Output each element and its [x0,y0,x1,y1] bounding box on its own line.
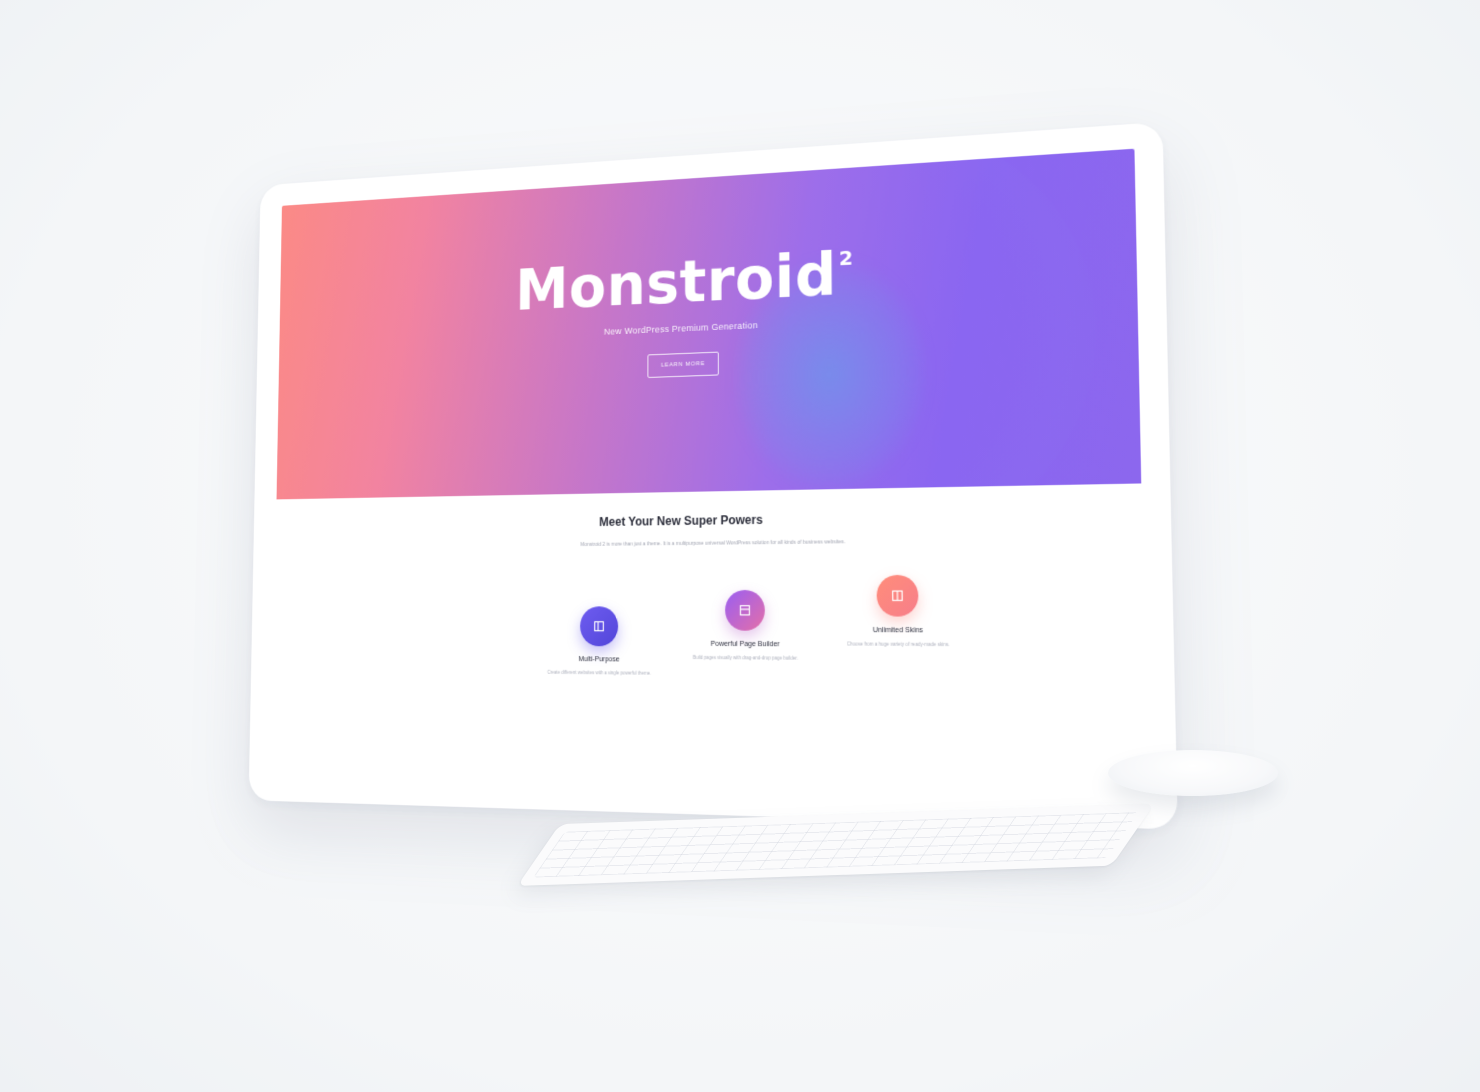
feature-title: Multi-Purpose [578,656,620,664]
skins-icon [876,574,919,617]
section-title: Meet Your New Super Powers [599,512,763,529]
feature-description: Choose from a huge variety of ready-made… [846,641,950,648]
feature-description: Create different websites with a single … [547,669,652,676]
features-section: Meet Your New Super Powers Monstroid 2 i… [271,483,1148,790]
feature-list: Multi-Purpose Create different websites … [533,574,973,723]
feature-item: Powerful Page Builder Build pages visual… [676,589,816,663]
feature-item: Unlimited Skins Choose from a huge varie… [825,574,972,650]
mouse [1108,750,1278,796]
monitor: Monstroid2 New WordPress Premium Generat… [248,121,1178,830]
learn-more-button[interactable]: LEARN MORE [647,351,719,379]
feature-item: Multi-Purpose Create different websites … [533,606,667,678]
keyboard-keys [532,812,1139,878]
hero-title-superscript: 2 [838,245,854,271]
layout-icon [579,606,619,647]
feature-title: Powerful Page Builder [710,640,780,649]
monitor-stage: Monstroid2 New WordPress Premium Generat… [210,121,1178,840]
website-screen: Monstroid2 New WordPress Premium Generat… [271,148,1148,790]
builder-icon [725,589,765,631]
mockup-scene: Monstroid2 New WordPress Premium Generat… [0,0,1480,1092]
section-description: Monstroid 2 is more than just a theme. I… [580,539,846,548]
feature-description: Build pages visually with drag-and-drop … [692,654,799,661]
feature-title: Unlimited Skins [872,626,924,635]
hero-section: Monstroid2 New WordPress Premium Generat… [276,148,1142,500]
